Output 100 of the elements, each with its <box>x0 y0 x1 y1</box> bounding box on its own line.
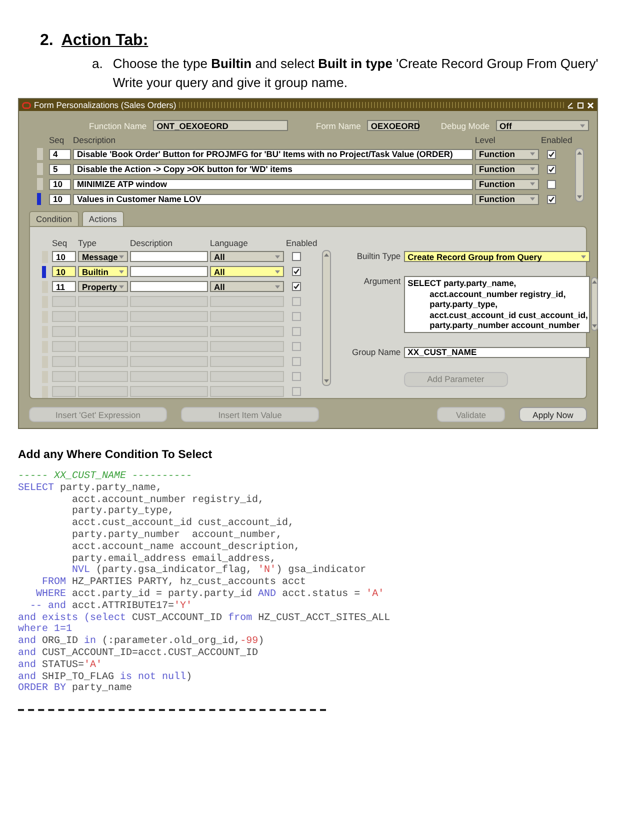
checkbox[interactable] <box>547 164 556 174</box>
description-field[interactable] <box>130 251 208 262</box>
checkbox[interactable] <box>292 252 301 261</box>
tab[interactable]: Condition <box>29 211 79 226</box>
checkbox[interactable] <box>292 327 301 336</box>
group-name-field[interactable]: XX_CUST_NAME <box>404 346 590 358</box>
description-field[interactable] <box>130 266 208 277</box>
description-field[interactable] <box>130 371 208 382</box>
column-header: Enabled <box>541 135 573 145</box>
function-name-field[interactable]: ONT_OEXOEORD <box>152 120 288 131</box>
seq-field[interactable] <box>52 296 76 307</box>
seq-field[interactable]: 4 <box>49 148 71 160</box>
code-line: ORDER BY party_name <box>18 683 134 696</box>
type-dropdown[interactable] <box>78 311 128 322</box>
language-dropdown[interactable]: All <box>210 251 284 262</box>
checkbox[interactable] <box>547 194 556 204</box>
checkbox[interactable] <box>292 357 301 366</box>
checkbox[interactable] <box>292 387 301 396</box>
column-header: Seq <box>49 135 66 145</box>
type-dropdown[interactable]: Property <box>78 281 128 292</box>
description-field[interactable] <box>130 281 208 292</box>
scroll-down-icon[interactable] <box>577 195 582 199</box>
level-dropdown[interactable]: Function <box>475 178 539 190</box>
list-marker: a. <box>92 55 103 73</box>
description-field[interactable] <box>130 296 208 307</box>
checkbox[interactable] <box>547 150 556 158</box>
debug-mode-dropdown[interactable]: Off <box>496 120 589 131</box>
checkbox[interactable] <box>292 372 301 381</box>
column-header: Language <box>210 238 249 248</box>
scroll-up-icon[interactable] <box>324 253 329 257</box>
description-field[interactable]: Values in Customer Name LOV <box>73 194 473 204</box>
language-dropdown[interactable]: All <box>210 266 284 277</box>
seq-field[interactable]: 10 <box>49 194 71 204</box>
seq-field[interactable] <box>52 311 76 322</box>
level-dropdown[interactable]: Function <box>475 148 539 160</box>
seq-field[interactable]: 10 <box>52 251 76 262</box>
checkbox[interactable] <box>547 180 556 188</box>
seq-field[interactable] <box>52 356 76 367</box>
description-field[interactable]: Disable 'Book Order' Button for PROJMFG for 'BU' Items with no Project/Task Value (ORDER) <box>73 148 473 160</box>
scroll-up-icon[interactable] <box>577 151 582 155</box>
tab[interactable]: Actions <box>82 211 124 226</box>
checkbox[interactable] <box>292 297 301 306</box>
seq-field[interactable] <box>52 341 76 352</box>
form-name-field[interactable]: OEXOEORD <box>366 120 419 131</box>
field-label: Argument <box>362 276 401 286</box>
language-dropdown[interactable] <box>210 386 284 397</box>
scrollbar[interactable] <box>575 148 584 202</box>
description-field[interactable] <box>130 311 208 322</box>
type-dropdown[interactable]: Builtin <box>78 266 128 277</box>
builtin-type-dropdown[interactable]: Create Record Group from Query <box>404 251 590 262</box>
type-dropdown[interactable] <box>78 341 128 352</box>
language-dropdown[interactable] <box>210 371 284 382</box>
type-dropdown[interactable] <box>78 296 128 307</box>
field-label: Builtin Type <box>356 251 401 261</box>
type-dropdown[interactable]: Message <box>78 251 128 262</box>
seq-field[interactable]: 10 <box>49 178 71 190</box>
scrollbar[interactable] <box>322 250 331 386</box>
column-header: Seq <box>52 238 68 248</box>
seq-field[interactable] <box>52 371 76 382</box>
code-line: and CUST_ACCOUNT_ID=acct.CUST_ACCOUNT_ID <box>18 648 260 660</box>
level-dropdown[interactable]: Function <box>475 194 539 204</box>
description-field[interactable] <box>130 356 208 367</box>
instruction-text: Write your query and give it group name. <box>112 74 348 92</box>
scrollbar[interactable] <box>590 277 598 332</box>
description-field[interactable]: MINIMIZE ATP window <box>73 178 473 190</box>
description-field[interactable] <box>130 341 208 352</box>
scroll-down-icon[interactable] <box>592 324 597 328</box>
maximize-icon[interactable] <box>577 102 584 108</box>
dropdown-arrow-icon <box>530 152 535 156</box>
description-field[interactable]: Disable the Action -> Copy >OK button for 'WD' items <box>73 164 473 174</box>
scroll-up-icon[interactable] <box>592 280 597 284</box>
checkbox[interactable] <box>292 267 301 276</box>
checkbox[interactable] <box>292 282 301 291</box>
description-field[interactable] <box>130 386 208 397</box>
dropdown-arrow-icon <box>275 270 280 274</box>
checkbox[interactable] <box>292 342 301 351</box>
description-field[interactable] <box>130 326 208 337</box>
language-dropdown[interactable] <box>210 326 284 337</box>
checkbox[interactable] <box>292 312 301 321</box>
seq-field[interactable] <box>52 326 76 337</box>
type-dropdown[interactable] <box>78 356 128 367</box>
field-label: Group Name <box>352 346 401 357</box>
row-indicator[interactable] <box>42 266 46 278</box>
type-dropdown[interactable] <box>78 326 128 337</box>
type-dropdown[interactable] <box>78 371 128 382</box>
language-dropdown[interactable] <box>210 311 284 322</box>
scroll-down-icon[interactable] <box>324 379 329 383</box>
close-icon[interactable] <box>587 102 594 108</box>
language-dropdown[interactable] <box>210 356 284 367</box>
language-dropdown[interactable] <box>210 341 284 352</box>
minimize-icon[interactable] <box>567 102 574 108</box>
level-dropdown[interactable]: Function <box>475 164 539 174</box>
seq-field[interactable]: 10 <box>52 266 76 277</box>
seq-field[interactable]: 11 <box>52 281 76 292</box>
seq-field[interactable]: 5 <box>49 164 71 174</box>
field-label: Debug Mode <box>440 120 490 130</box>
language-dropdown[interactable]: All <box>210 281 284 292</box>
seq-field[interactable] <box>52 386 76 397</box>
action-button[interactable]: Apply Now <box>519 407 587 422</box>
type-dropdown[interactable] <box>78 386 128 397</box>
